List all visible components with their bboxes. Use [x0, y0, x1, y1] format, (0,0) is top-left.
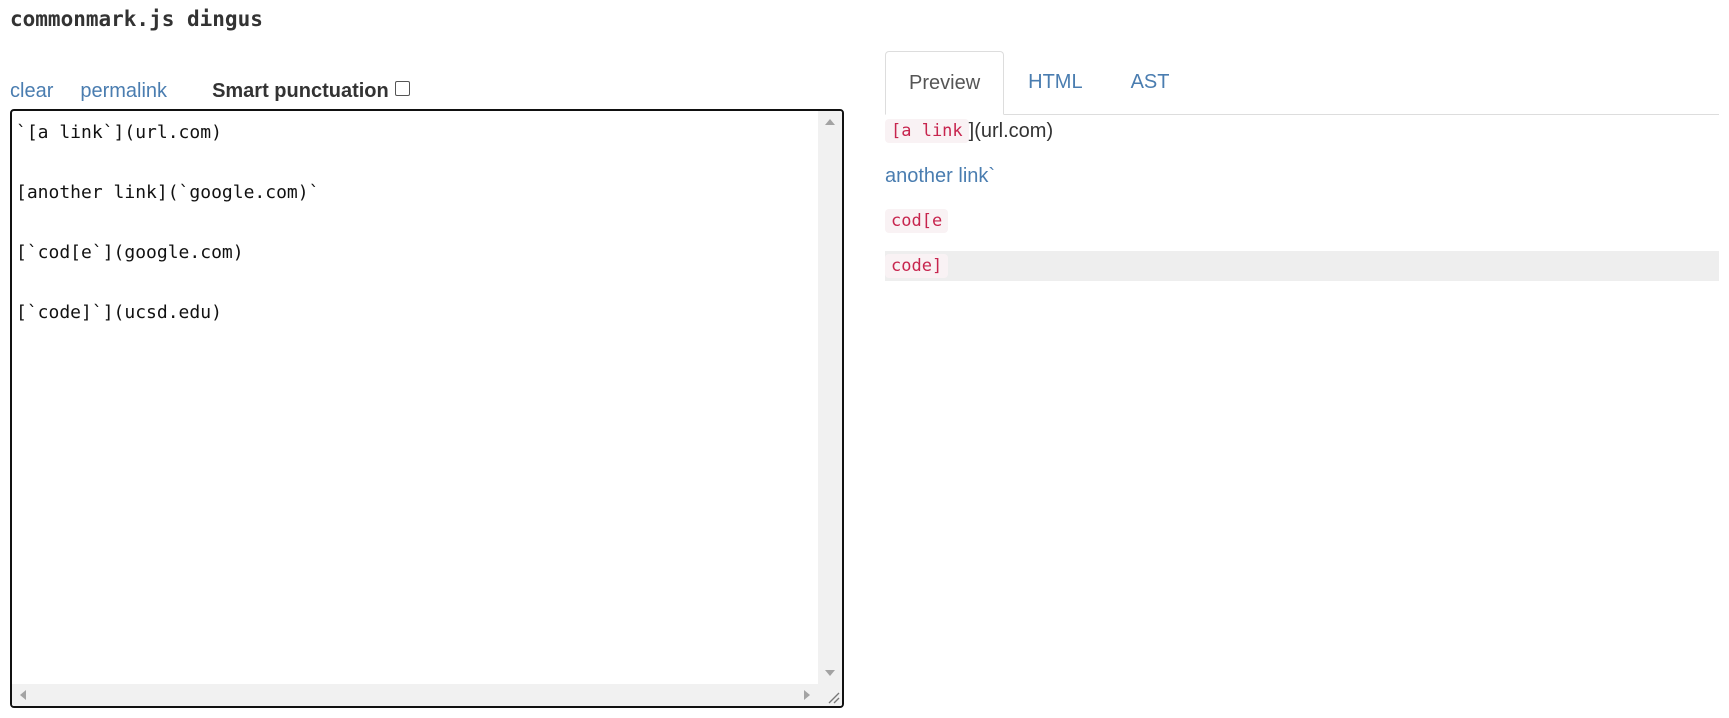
preview-paragraph-1: [a link](url.com)	[885, 116, 1719, 146]
tab-preview[interactable]: Preview	[885, 51, 1005, 115]
smart-punctuation-label: Smart punctuation	[212, 79, 389, 102]
preview-paragraph-3: cod[e	[885, 206, 1719, 236]
tab-html[interactable]: HTML	[1004, 51, 1106, 113]
page-title: commonmark.js dingus	[10, 7, 263, 31]
inline-code: [a link	[885, 119, 969, 143]
clear-link[interactable]: clear	[10, 80, 53, 103]
resize-grip-icon	[828, 692, 840, 704]
scroll-left-icon[interactable]	[20, 690, 26, 700]
vertical-scrollbar[interactable]	[818, 111, 842, 684]
smart-punctuation-toggle[interactable]: Smart punctuation	[212, 80, 410, 103]
scroll-right-icon[interactable]	[804, 690, 810, 700]
editor-controls: clear permalink Smart punctuation	[10, 76, 410, 106]
permalink-link[interactable]: permalink	[80, 80, 167, 103]
preview-link-another[interactable]: another link`	[885, 165, 995, 188]
editor-text[interactable]: `[a link`](url.com) [another link](`goog…	[16, 118, 319, 328]
preview-text: ](url.com)	[968, 119, 1054, 142]
inline-code[interactable]: code]	[885, 254, 949, 278]
resize-handle[interactable]	[818, 684, 842, 706]
preview-pane: [a link](url.com) another link` cod[e co…	[885, 114, 1719, 281]
horizontal-scrollbar[interactable]	[12, 684, 818, 706]
markdown-editor[interactable]: `[a link`](url.com) [another link](`goog…	[10, 109, 844, 708]
preview-paragraph-2: another link`	[885, 161, 1719, 191]
preview-paragraph-4: code]	[885, 251, 1719, 281]
scroll-down-icon[interactable]	[825, 670, 835, 676]
tab-ast[interactable]: AST	[1107, 51, 1194, 113]
output-tabs: Preview HTML AST	[885, 51, 1719, 115]
scroll-up-icon[interactable]	[825, 119, 835, 125]
smart-punctuation-checkbox[interactable]	[394, 81, 410, 96]
inline-code[interactable]: cod[e	[885, 209, 949, 233]
